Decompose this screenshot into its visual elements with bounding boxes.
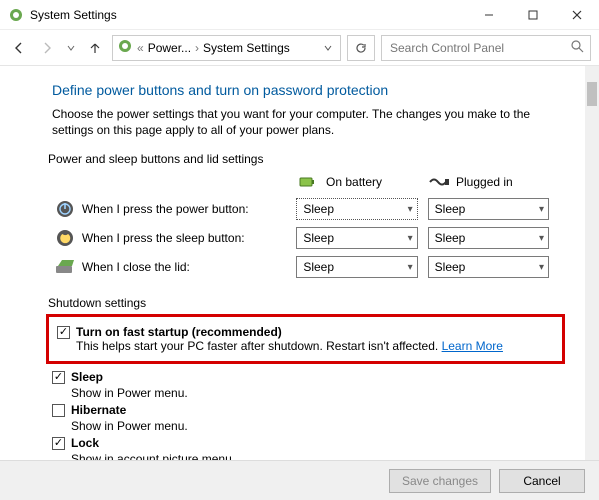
- checkbox-icon[interactable]: [52, 404, 65, 417]
- breadcrumb-separator: ›: [195, 41, 199, 55]
- row-sleep-button: When I press the sleep button: Sleep▾ Sl…: [52, 227, 559, 249]
- page-description: Choose the power settings that you want …: [52, 106, 559, 138]
- battery-icon: [298, 174, 320, 190]
- checkbox-sleep[interactable]: Sleep: [52, 370, 559, 384]
- title-bar: System Settings: [0, 0, 599, 30]
- select-sleep-battery[interactable]: Sleep▾: [296, 227, 417, 249]
- plug-icon: [428, 174, 450, 190]
- hibernate-option-desc: Show in Power menu.: [71, 419, 559, 433]
- select-power-plugged[interactable]: Sleep▾: [428, 198, 549, 220]
- page-heading: Define power buttons and turn on passwor…: [52, 82, 559, 98]
- highlight-fast-startup: Turn on fast startup (recommended) This …: [46, 314, 565, 364]
- chevron-down-icon: ▾: [539, 233, 544, 244]
- select-power-battery[interactable]: Sleep▾: [296, 198, 417, 220]
- forward-button[interactable]: [36, 36, 58, 60]
- col-plugged-in: Plugged in: [428, 174, 558, 190]
- row-power-label: When I press the power button:: [82, 202, 297, 216]
- close-button[interactable]: [555, 0, 599, 30]
- select-lid-plugged[interactable]: Sleep▾: [428, 256, 549, 278]
- app-icon: [8, 7, 24, 23]
- lock-option-label: Lock: [71, 436, 99, 450]
- checkbox-icon[interactable]: [52, 437, 65, 450]
- power-button-icon: [52, 198, 78, 220]
- window-title: System Settings: [30, 8, 117, 22]
- lid-icon: [52, 256, 78, 278]
- checkbox-icon[interactable]: [52, 371, 65, 384]
- address-icon: [117, 38, 133, 57]
- chevron-down-icon: ▾: [408, 204, 413, 215]
- row-lid-label: When I close the lid:: [82, 260, 297, 274]
- checkbox-icon[interactable]: [57, 326, 70, 339]
- fast-startup-desc: This helps start your PC faster after sh…: [76, 339, 503, 353]
- maximize-button[interactable]: [511, 0, 555, 30]
- history-dropdown[interactable]: [64, 36, 78, 60]
- col-on-battery-label: On battery: [326, 175, 382, 189]
- save-changes-button[interactable]: Save changes: [389, 469, 491, 493]
- breadcrumb-item[interactable]: Power...: [148, 41, 191, 55]
- row-close-lid: When I close the lid: Sleep▾ Sleep▾: [52, 256, 559, 278]
- chevron-down-icon: ▾: [408, 233, 413, 244]
- section-shutdown-heading: Shutdown settings: [48, 296, 559, 310]
- address-bar[interactable]: « Power... › System Settings: [112, 35, 341, 61]
- footer: Save changes Cancel: [0, 460, 599, 500]
- checkbox-lock[interactable]: Lock: [52, 436, 559, 450]
- address-expand[interactable]: [320, 41, 336, 55]
- hibernate-option-label: Hibernate: [71, 403, 126, 417]
- cancel-button[interactable]: Cancel: [499, 469, 585, 493]
- column-headers: On battery Plugged in: [52, 174, 559, 190]
- col-on-battery: On battery: [298, 174, 428, 190]
- nav-bar: « Power... › System Settings: [0, 30, 599, 66]
- section-power-sleep-heading: Power and sleep buttons and lid settings: [48, 152, 559, 166]
- search-input[interactable]: [388, 40, 566, 56]
- content-area: Define power buttons and turn on passwor…: [0, 66, 585, 460]
- sleep-option-desc: Show in Power menu.: [71, 386, 559, 400]
- refresh-button[interactable]: [347, 35, 375, 61]
- checkbox-hibernate[interactable]: Hibernate: [52, 403, 559, 417]
- back-button[interactable]: [8, 36, 30, 60]
- sleep-option-label: Sleep: [71, 370, 103, 384]
- up-button[interactable]: [84, 36, 106, 60]
- chevron-down-icon: ▾: [539, 262, 544, 273]
- chevron-down-icon: ▾: [408, 262, 413, 273]
- minimize-button[interactable]: [467, 0, 511, 30]
- chevron-down-icon: ▾: [539, 204, 544, 215]
- fast-startup-label: Turn on fast startup (recommended): [76, 325, 503, 339]
- breadcrumb-prefix: «: [137, 41, 144, 55]
- vertical-scrollbar[interactable]: [585, 66, 599, 460]
- sleep-button-icon: [52, 227, 78, 249]
- select-lid-battery[interactable]: Sleep▾: [296, 256, 417, 278]
- breadcrumb-item[interactable]: System Settings: [203, 41, 290, 55]
- row-power-button: When I press the power button: Sleep▾ Sl…: [52, 198, 559, 220]
- row-sleep-label: When I press the sleep button:: [82, 231, 297, 245]
- checkbox-fast-startup[interactable]: Turn on fast startup (recommended) This …: [57, 325, 554, 353]
- select-sleep-plugged[interactable]: Sleep▾: [428, 227, 549, 249]
- search-icon[interactable]: [571, 40, 584, 56]
- col-plugged-in-label: Plugged in: [456, 175, 513, 189]
- learn-more-link[interactable]: Learn More: [442, 339, 503, 353]
- search-box[interactable]: [381, 35, 591, 61]
- lock-option-desc: Show in account picture menu.: [71, 452, 559, 460]
